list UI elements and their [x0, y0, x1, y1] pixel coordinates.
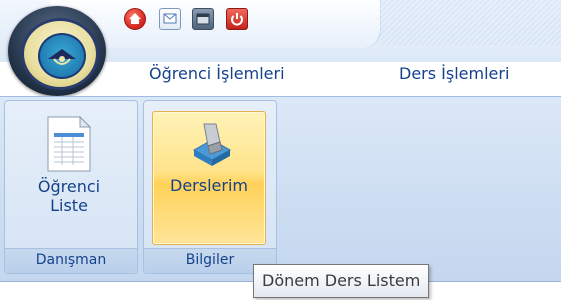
window-icon	[196, 13, 210, 25]
app-window: Öğrenci İşlemleri Ders İşlemleri Öğrenci…	[0, 0, 561, 300]
derslerim-button[interactable]: Derslerim	[152, 111, 266, 245]
home-button[interactable]	[124, 8, 146, 30]
ribbon-group-bilgiler: Derslerim Bilgiler	[143, 100, 277, 274]
message-button[interactable]	[159, 8, 181, 30]
window-button[interactable]	[192, 8, 214, 30]
power-icon	[231, 13, 243, 26]
title-bar-fill	[380, 0, 561, 45]
courses-icon	[192, 123, 232, 166]
tooltip: Dönem Ders Listem	[253, 264, 430, 298]
tab-ders-islemleri[interactable]: Ders İşlemleri	[399, 64, 509, 83]
message-icon	[163, 13, 177, 24]
home-icon	[129, 13, 141, 24]
derslerim-label: Derslerim	[170, 176, 248, 195]
ogrenci-liste-button[interactable]: Öğrenci Liste	[17, 107, 121, 243]
ribbon-group-danisman: Öğrenci Liste Danışman	[4, 100, 138, 274]
list-icon	[47, 115, 92, 172]
power-button[interactable]	[226, 8, 248, 30]
application-orb-button[interactable]	[8, 6, 106, 96]
logo-emblem-icon	[38, 33, 86, 79]
ogrenci-liste-label-line2: Liste	[50, 196, 88, 215]
university-logo	[21, 18, 99, 90]
group-label-danisman: Danışman	[5, 248, 137, 273]
tab-ogrenci-islemleri[interactable]: Öğrenci İşlemleri	[149, 64, 285, 83]
ogrenci-liste-label-line1: Öğrenci	[37, 177, 101, 196]
